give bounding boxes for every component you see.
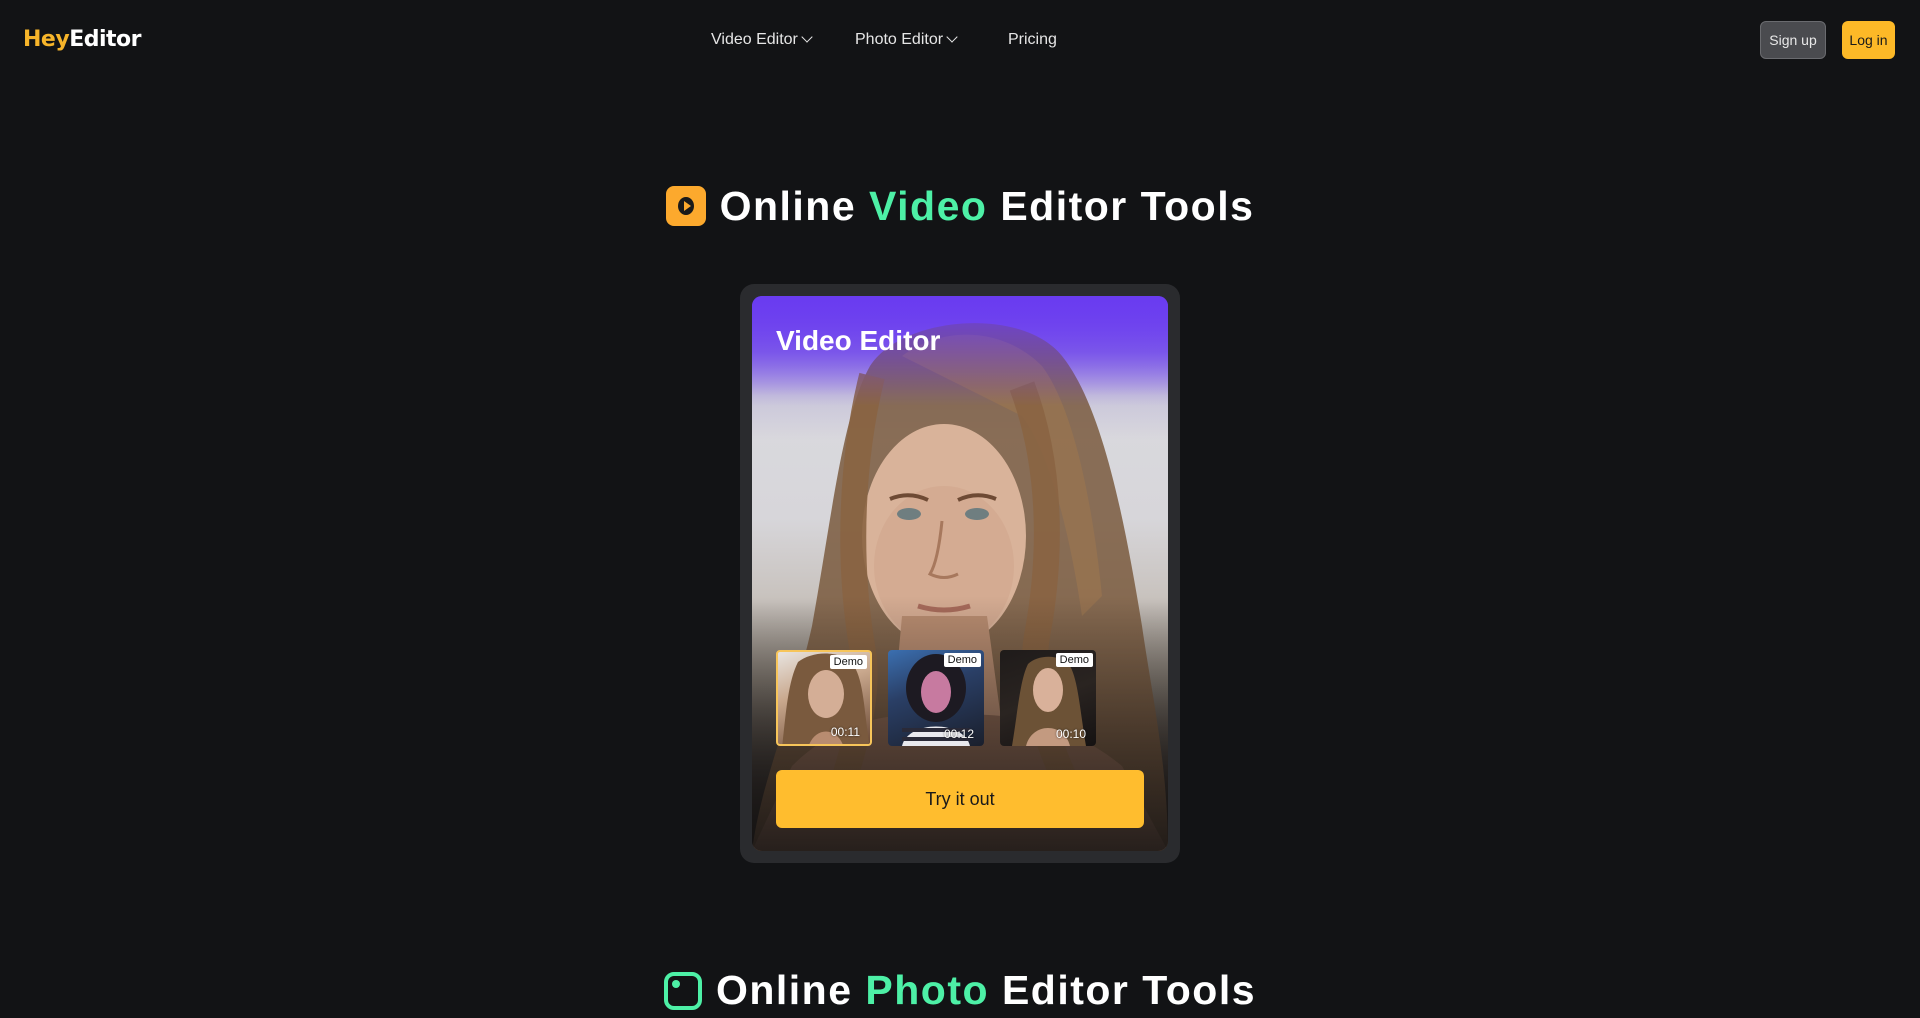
portrait-preview-image bbox=[752, 296, 1168, 851]
demo-badge: Demo bbox=[943, 653, 981, 667]
demo-thumbnail[interactable]: Demo 00:12 bbox=[888, 650, 984, 746]
site-header: HeyEditor Video Editor Photo Editor Pric… bbox=[0, 0, 1920, 80]
sign-up-button[interactable]: Sign up bbox=[1760, 21, 1826, 59]
image-icon bbox=[663, 972, 702, 1010]
nav-video-editor[interactable]: Video Editor bbox=[711, 28, 813, 52]
demo-badge: Demo bbox=[1055, 653, 1093, 667]
video-section-title: Online Video Editor Tools bbox=[0, 178, 1920, 234]
title-pre: Online bbox=[719, 183, 870, 229]
photo-section-title: Online Photo Editor Tools bbox=[0, 962, 1920, 1018]
title-post: Editor Tools bbox=[989, 967, 1257, 1013]
demo-thumbnails: Demo 00:11 Demo 00:12 Demo 00:10 bbox=[776, 650, 1096, 746]
video-duration: 00:12 bbox=[943, 727, 974, 741]
chevron-down-icon bbox=[801, 31, 813, 43]
video-preview: Video Editor Demo 00:11 Demo 00:12 Demo … bbox=[752, 296, 1168, 851]
demo-thumbnail[interactable]: Demo 00:10 bbox=[1000, 650, 1096, 746]
play-icon bbox=[665, 186, 706, 226]
main-nav: Video Editor Photo Editor Pricing bbox=[0, 28, 1920, 52]
video-duration: 00:10 bbox=[1055, 727, 1086, 741]
video-duration: 00:11 bbox=[830, 725, 860, 739]
log-in-button[interactable]: Log in bbox=[1842, 21, 1895, 59]
title-accent: Photo bbox=[865, 967, 990, 1013]
demo-thumbnail[interactable]: Demo 00:11 bbox=[776, 650, 872, 746]
video-editor-card: Video Editor Demo 00:11 Demo 00:12 Demo … bbox=[740, 284, 1180, 863]
chevron-down-icon bbox=[946, 31, 958, 43]
nav-pricing-label: Pricing bbox=[1008, 31, 1057, 48]
nav-photo-editor-label: Photo Editor bbox=[855, 31, 944, 48]
title-accent: Video bbox=[869, 183, 988, 229]
card-title: Video Editor bbox=[776, 325, 941, 356]
nav-video-editor-label: Video Editor bbox=[711, 31, 798, 48]
title-pre: Online bbox=[715, 967, 866, 1013]
try-it-out-button[interactable]: Try it out bbox=[776, 770, 1144, 828]
nav-pricing[interactable]: Pricing bbox=[1008, 28, 1057, 52]
demo-badge: Demo bbox=[829, 655, 867, 669]
title-post: Editor Tools bbox=[987, 183, 1255, 229]
nav-photo-editor[interactable]: Photo Editor bbox=[855, 28, 958, 52]
